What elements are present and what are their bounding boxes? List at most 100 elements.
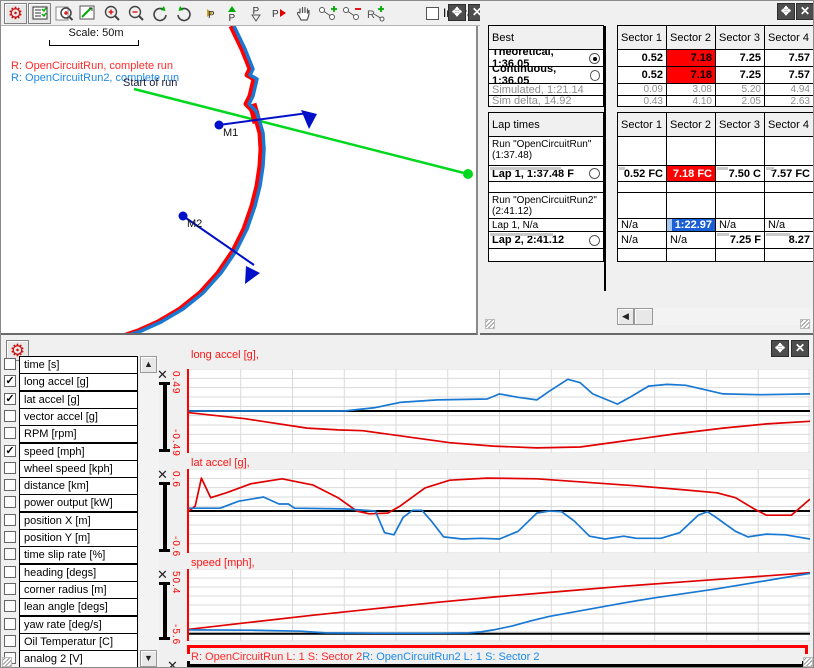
- channel-label[interactable]: distance [km]: [19, 477, 138, 495]
- best-row-label[interactable]: Theoretical, 1:36.05: [488, 49, 604, 67]
- y-range-slider[interactable]: [159, 582, 170, 640]
- lap-row-label[interactable]: Lap 2, 2:41.12: [488, 231, 604, 249]
- channel-label[interactable]: RPM [rpm]: [19, 425, 138, 443]
- channel-checkbox[interactable]: ✓: [4, 393, 16, 405]
- marker-down-icon[interactable]: P: [244, 3, 267, 24]
- channel-label[interactable]: vector accel [g]: [19, 408, 138, 426]
- channel-label[interactable]: position X [m]: [19, 512, 138, 530]
- best-value-cell: 7.18: [666, 66, 716, 84]
- map-move-button[interactable]: ✥: [448, 4, 466, 21]
- x-range-slider[interactable]: [187, 661, 805, 668]
- channel-label[interactable]: power output [kW]: [19, 494, 138, 512]
- zoom-in-icon[interactable]: [100, 3, 123, 24]
- marker-label: M2: [187, 218, 202, 230]
- channel-checkbox[interactable]: [4, 548, 16, 560]
- chart-plot-3[interactable]: [187, 569, 808, 641]
- channel-checkbox[interactable]: [4, 496, 16, 508]
- scroll-left-icon[interactable]: ◀: [617, 308, 634, 325]
- channel-checkbox[interactable]: [4, 514, 16, 526]
- add-reference-icon[interactable]: R: [364, 3, 387, 24]
- chart-plot-2[interactable]: [187, 469, 808, 553]
- lap-value-cell: [617, 136, 667, 166]
- lap-radio[interactable]: [589, 168, 600, 179]
- best-value-cell: 4.10: [666, 95, 716, 107]
- channel-checkbox[interactable]: [4, 618, 16, 630]
- laps-move-button[interactable]: ✥: [777, 3, 795, 20]
- lap-row-label[interactable]: Run "OpenCircuitRun"(1:37.48): [488, 136, 604, 166]
- plot-options-icon[interactable]: [76, 3, 99, 24]
- graph-move-button[interactable]: ✥: [771, 340, 789, 357]
- laps-resize-grip-right[interactable]: [800, 319, 810, 329]
- lap-row-label[interactable]: Lap 1, 1:37.48 F: [488, 165, 604, 182]
- scroll-down-icon[interactable]: ▼: [140, 650, 157, 667]
- channel-checkbox[interactable]: [4, 358, 16, 370]
- channel-label[interactable]: position Y [m]: [19, 529, 138, 547]
- laps-scroll-thumb[interactable]: [634, 308, 653, 325]
- channel-checkbox[interactable]: ✓: [4, 445, 16, 457]
- graph-resize-grip-left[interactable]: [2, 657, 12, 667]
- best-radio[interactable]: [589, 53, 600, 64]
- channel-label[interactable]: speed [mph]: [19, 443, 138, 461]
- variables-list-icon[interactable]: [28, 3, 51, 24]
- channel-checkbox[interactable]: ✓: [4, 375, 16, 387]
- best-row-label[interactable]: Sim delta, 14.92: [488, 95, 604, 107]
- remove-marker-icon[interactable]: [340, 3, 363, 24]
- laps-hscrollbar[interactable]: ◀: [617, 308, 813, 325]
- channel-checkbox[interactable]: [4, 410, 16, 422]
- channel-row: power output [kW]: [1, 494, 139, 512]
- channel-label[interactable]: long accel [g]: [19, 373, 138, 391]
- channel-label[interactable]: yaw rate [deg/s]: [19, 616, 138, 634]
- y-range-slider[interactable]: [159, 482, 170, 552]
- laps-resize-grip-left[interactable]: [485, 319, 495, 329]
- x-scale-close-icon[interactable]: ✕: [167, 658, 178, 668]
- channel-checkbox[interactable]: [4, 583, 16, 595]
- channel-label[interactable]: wheel speed [kph]: [19, 460, 138, 478]
- lap-row-label[interactable]: Run "OpenCircuitRun2"(2:41.12): [488, 192, 604, 219]
- prev-marker-icon[interactable]: P: [196, 3, 219, 24]
- channel-label[interactable]: lean angle [degs]: [19, 598, 138, 616]
- zoom-window-icon[interactable]: [52, 3, 75, 24]
- channel-label[interactable]: heading [degs]: [19, 564, 138, 582]
- column-divider[interactable]: [604, 26, 606, 291]
- channel-checkbox[interactable]: [4, 531, 16, 543]
- graph-resize-grip-right[interactable]: [803, 657, 813, 667]
- y-scale-close-icon[interactable]: ✕: [157, 367, 168, 383]
- zoom-out-icon[interactable]: [124, 3, 147, 24]
- settings-icon[interactable]: ⚙: [4, 3, 27, 24]
- laps-close-button[interactable]: ✕: [796, 3, 814, 20]
- rotate-ccw-icon[interactable]: [172, 3, 195, 24]
- lap-row-label[interactable]: Lap 1, N/a: [488, 218, 604, 232]
- pan-icon[interactable]: [292, 3, 315, 24]
- next-marker-icon[interactable]: P: [268, 3, 291, 24]
- y-scale-close-icon[interactable]: ✕: [157, 567, 168, 583]
- best-radio[interactable]: [590, 70, 600, 81]
- marker-up-icon[interactable]: P: [220, 3, 243, 24]
- track-map-canvas[interactable]: Scale: 50m R: OpenCircuitRun, complete r…: [1, 26, 476, 333]
- channel-label[interactable]: analog 2 [V]: [19, 650, 138, 668]
- channel-label[interactable]: time [s]: [19, 356, 138, 374]
- lap-value-cell: 0.52 FC: [617, 165, 667, 182]
- channel-label[interactable]: lat accel [g]: [19, 391, 138, 409]
- sector-header: Sector 4: [764, 25, 814, 50]
- graph-close-button[interactable]: ✕: [791, 340, 809, 357]
- channel-checkbox[interactable]: [4, 462, 16, 474]
- channel-checkbox[interactable]: [4, 566, 16, 578]
- y-range-slider[interactable]: [159, 382, 170, 452]
- lap-radio[interactable]: [589, 235, 600, 246]
- channel-label[interactable]: time slip rate [%]: [19, 546, 138, 564]
- interactive-checkbox[interactable]: [426, 7, 439, 20]
- lap-value-cell: [617, 248, 667, 262]
- rotate-cw-icon[interactable]: [148, 3, 171, 24]
- y-scale-close-icon[interactable]: ✕: [157, 467, 168, 483]
- channel-label[interactable]: corner radius [m]: [19, 581, 138, 599]
- channel-label[interactable]: Oil Temperatur [C]: [19, 633, 138, 651]
- channel-checkbox[interactable]: [4, 427, 16, 439]
- channel-checkbox[interactable]: [4, 479, 16, 491]
- channel-checkbox[interactable]: [4, 600, 16, 612]
- channel-row: time [s]: [1, 356, 139, 374]
- lap-row-label[interactable]: [488, 248, 604, 262]
- best-row-label[interactable]: Continuous, 1:36.05: [488, 66, 604, 84]
- channel-checkbox[interactable]: [4, 635, 16, 647]
- chart-plot-1[interactable]: [187, 369, 808, 453]
- add-marker-icon[interactable]: [316, 3, 339, 24]
